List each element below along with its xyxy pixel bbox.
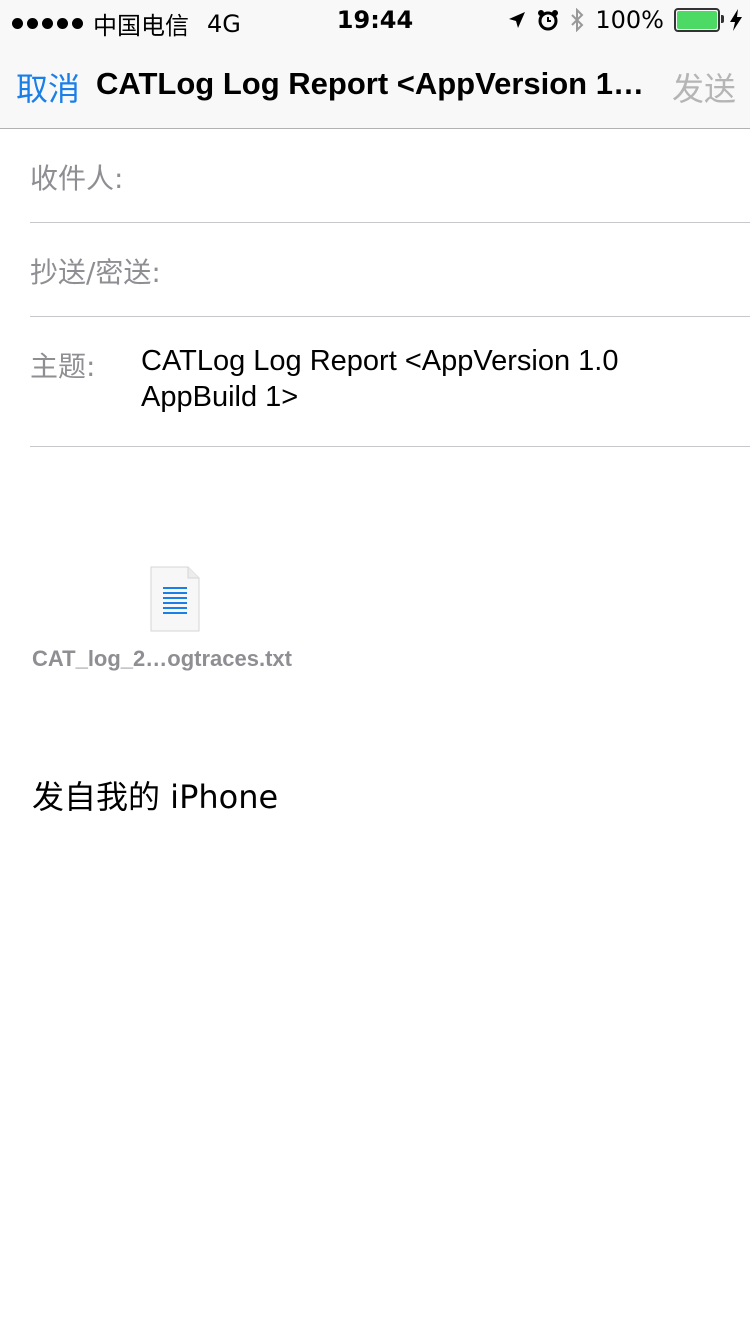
battery-icon: [674, 8, 724, 32]
nav-title: CATLog Log Report <AppVersion 1.0 AppBui…: [96, 66, 652, 101]
to-label: 收件人:: [30, 162, 124, 195]
message-body-signature[interactable]: 发自我的 iPhone: [32, 772, 278, 818]
attachment[interactable]: CAT_log_2…ogtraces.txt: [30, 560, 330, 680]
send-button[interactable]: 发送: [672, 64, 736, 110]
attachment-filename: CAT_log_2…ogtraces.txt: [32, 646, 292, 671]
to-field[interactable]: 收件人:: [30, 129, 750, 223]
cancel-button[interactable]: 取消: [16, 64, 80, 110]
subject-field[interactable]: 主题: CATLog Log Report <AppVersion 1.0 Ap…: [30, 317, 750, 447]
subject-label: 主题:: [30, 350, 96, 383]
status-bar: 中国电信 4G 19:44 100%: [0, 0, 750, 40]
navigation-bar: 取消 CATLog Log Report <AppVersion 1.0 App…: [0, 40, 750, 129]
charging-bolt-icon: [730, 9, 742, 31]
subject-input[interactable]: CATLog Log Report <AppVersion 1.0 AppBui…: [141, 343, 731, 415]
battery-percent: 100%: [595, 6, 664, 34]
cc-bcc-label: 抄送/密送:: [30, 256, 161, 289]
cc-bcc-field[interactable]: 抄送/密送:: [30, 223, 750, 317]
text-document-icon: [150, 566, 200, 632]
status-right: 100%: [507, 6, 742, 34]
location-arrow-icon: [509, 12, 526, 28]
bluetooth-icon: [571, 8, 584, 32]
mail-compose-screen: 中国电信 4G 19:44 100% 取消 CATLog Log Report …: [0, 0, 750, 1334]
alarm-clock-icon: [538, 10, 559, 31]
